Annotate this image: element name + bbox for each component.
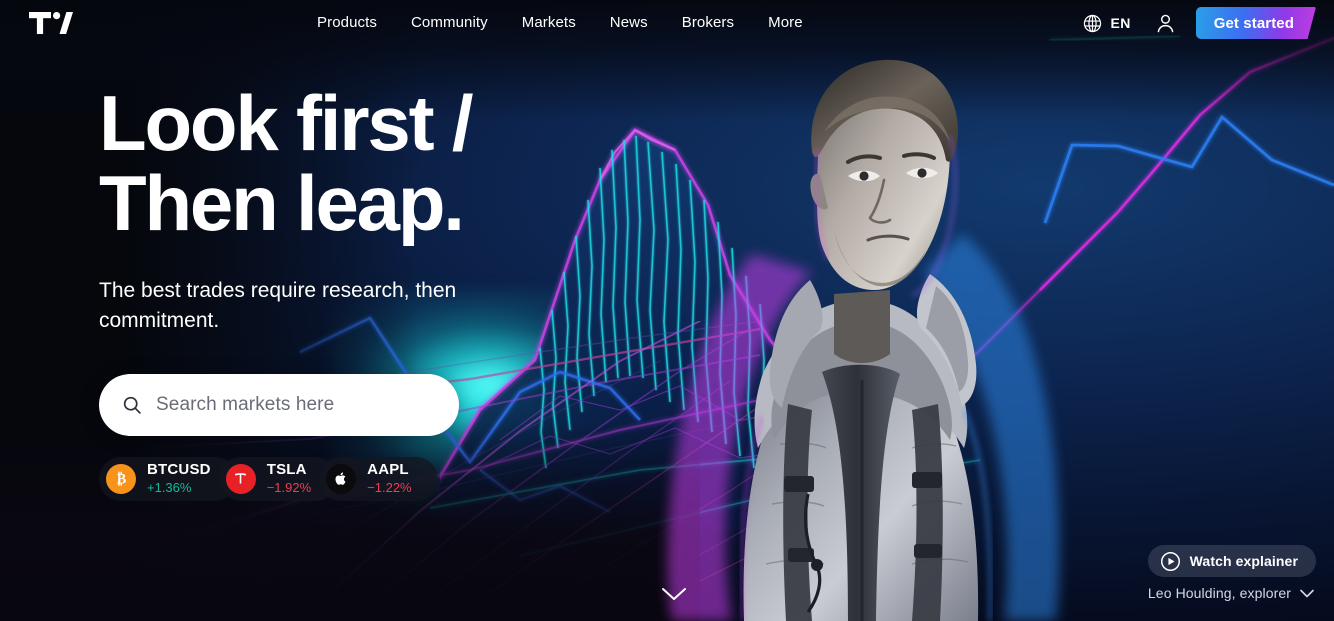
nav-item-brokers[interactable]: Brokers (665, 0, 751, 46)
nav-item-markets[interactable]: Markets (505, 0, 593, 46)
ticker-change: +1.36% (147, 479, 192, 495)
svg-text:₿: ₿ (116, 472, 126, 488)
globe-icon (1084, 14, 1102, 32)
headline-line-1: Look first / (99, 79, 473, 167)
page-title: Look first / Then leap. (99, 84, 659, 248)
ticker-chip-aapl[interactable]: AAPL −1.22% (319, 456, 438, 501)
main-navigation: Products Community Markets News Brokers … (300, 0, 820, 46)
user-account-button[interactable] (1141, 12, 1190, 35)
media-credit[interactable]: Leo Houlding, explorer (1148, 585, 1314, 601)
search-icon (121, 394, 143, 416)
language-selector[interactable]: EN (1072, 13, 1140, 34)
language-label: EN (1110, 15, 1131, 31)
hero-section: Look first / Then leap. The best trades … (99, 84, 659, 501)
page-root: Products Community Markets News Brokers … (0, 0, 1334, 621)
ticker-symbol: BTCUSD (147, 461, 211, 479)
ticker-change: −1.22% (367, 479, 412, 495)
play-circle-icon (1160, 551, 1180, 571)
media-credit-label: Leo Houlding, explorer (1147, 585, 1291, 601)
ticker-chip-btcusd[interactable]: ₿ BTCUSD +1.36% (99, 456, 237, 501)
ticker-symbol: TSLA (266, 461, 307, 479)
search-input[interactable] (156, 393, 437, 416)
nav-item-more[interactable]: More (751, 0, 820, 46)
nav-item-community[interactable]: Community (394, 0, 505, 46)
search-bar[interactable] (99, 373, 459, 436)
user-account-icon (1157, 14, 1174, 32)
hero-subheadline: The best trades require research, then c… (99, 279, 457, 332)
headline-line-2: Then leap. (99, 159, 465, 248)
nav-item-news[interactable]: News (593, 0, 665, 46)
bitcoin-icon: ₿ (106, 463, 136, 494)
tesla-icon (225, 463, 256, 494)
nav-item-products[interactable]: Products (300, 0, 394, 46)
explorer-portrait-image (667, 59, 1060, 621)
site-header: Products Community Markets News Brokers … (0, 0, 1334, 46)
ticker-symbol: AAPL (367, 461, 409, 479)
apple-icon (326, 463, 357, 494)
ticker-chip-list: ₿ BTCUSD +1.36% TSLA −1.92% AAPL −1.22% (99, 456, 659, 501)
scroll-down-chevron-icon[interactable] (660, 585, 688, 603)
ticker-change: −1.92% (266, 479, 312, 495)
watch-explainer-button[interactable]: Watch explainer (1147, 545, 1316, 577)
get-started-button[interactable]: Get started (1195, 7, 1316, 39)
watch-explainer-label: Watch explainer (1189, 553, 1298, 569)
tradingview-logo[interactable] (29, 12, 73, 34)
header-actions: EN Get started (1072, 0, 1316, 46)
chevron-down-icon (1300, 589, 1314, 597)
